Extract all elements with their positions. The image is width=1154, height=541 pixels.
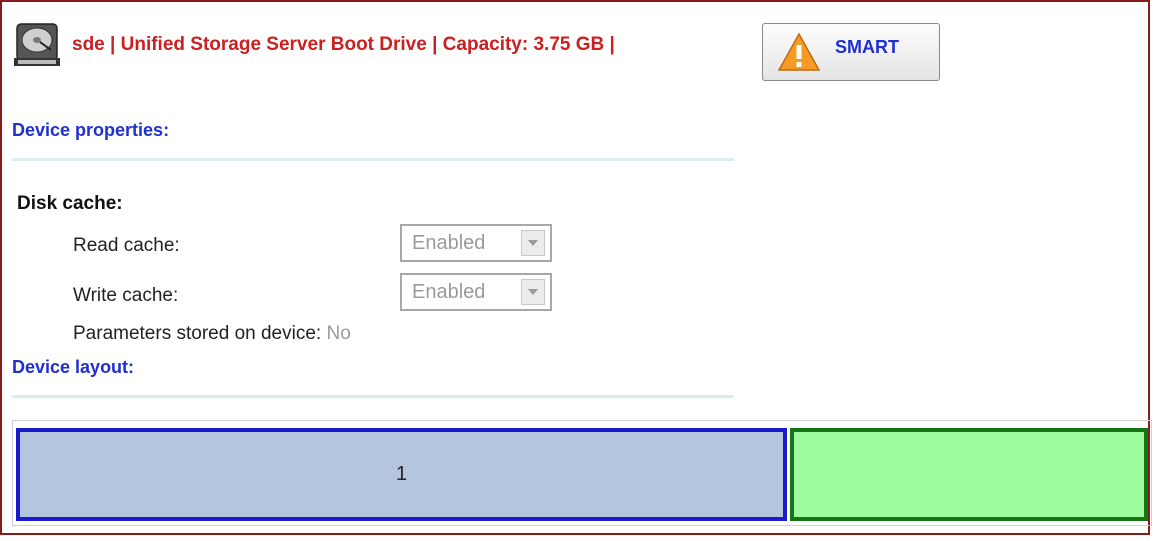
parameters-stored-label: Parameters stored on device:: [73, 323, 322, 344]
partition-label: 1: [395, 463, 408, 485]
partition-1[interactable]: 1: [16, 428, 787, 521]
divider: [12, 395, 734, 398]
hard-drive-icon: [14, 23, 60, 66]
read-cache-value: Enabled: [412, 231, 486, 254]
write-cache-value: Enabled: [412, 280, 486, 303]
parameters-stored-row: Parameters stored on device: No: [73, 323, 351, 345]
smart-button-label: SMART: [835, 36, 899, 57]
free-space-partition[interactable]: [790, 428, 1148, 521]
write-cache-label: Write cache:: [73, 285, 179, 306]
warning-icon: [777, 32, 821, 71]
parameters-stored-value: No: [326, 323, 351, 344]
header: sde | Unified Storage Server Boot Drive …: [14, 22, 615, 68]
chevron-down-icon: [521, 279, 545, 305]
write-cache-select[interactable]: Enabled: [400, 273, 552, 311]
device-title: sde | Unified Storage Server Boot Drive …: [72, 34, 615, 55]
disk-cache-title: Disk cache:: [17, 193, 123, 214]
read-cache-select[interactable]: Enabled: [400, 224, 552, 262]
chevron-down-icon: [521, 230, 545, 256]
divider: [12, 158, 734, 161]
read-cache-label: Read cache:: [73, 235, 180, 256]
smart-button[interactable]: SMART: [762, 23, 940, 81]
device-properties-title: Device properties:: [12, 120, 170, 140]
device-layout-title: Device layout:: [12, 357, 135, 377]
